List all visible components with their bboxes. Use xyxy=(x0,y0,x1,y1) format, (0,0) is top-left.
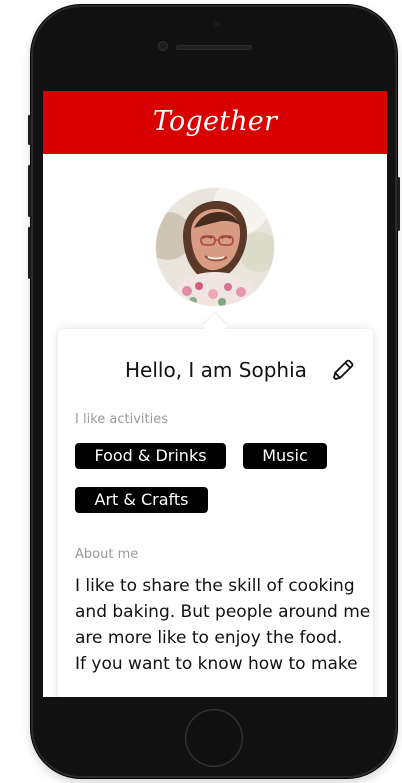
right-side-button xyxy=(397,177,400,231)
about-line-3: are more like to enjoy the food. xyxy=(75,628,343,648)
profile-content: Hello, I am Sophia I like activities Foo… xyxy=(43,154,387,697)
front-camera xyxy=(158,41,168,51)
activity-tag-music[interactable]: Music xyxy=(243,443,327,469)
activity-tags: Food & Drinks Music Art & Crafts xyxy=(75,443,355,517)
avatar xyxy=(156,188,274,306)
about-label: About me xyxy=(75,547,139,562)
greeting-text: Hello, I am Sophia xyxy=(125,358,307,382)
app-title: Together xyxy=(152,106,278,137)
activity-tag-food-drinks[interactable]: Food & Drinks xyxy=(75,443,226,469)
earpiece-speaker xyxy=(176,45,252,50)
edit-profile-button[interactable] xyxy=(328,357,356,385)
app-header: Together xyxy=(43,91,387,154)
front-sensor xyxy=(214,21,220,27)
left-side-button-top xyxy=(28,115,31,145)
about-text: I like to share the skill of cooking and… xyxy=(75,573,371,677)
left-side-button-middle xyxy=(28,165,31,217)
about-line-1: I like to share the skill of cooking xyxy=(75,576,355,596)
profile-card: Hello, I am Sophia I like activities Foo… xyxy=(58,329,373,697)
phone-mockup-page: Together Hello, I am Sophia I like activ… xyxy=(0,0,402,783)
pencil-icon xyxy=(333,359,354,380)
about-line-2: and baking. But people around me xyxy=(75,602,371,622)
profile-photo xyxy=(156,188,274,306)
about-line-4: If you want to know how to make xyxy=(75,654,358,674)
activities-label: I like activities xyxy=(75,412,168,427)
phone-screen: Together Hello, I am Sophia I like activ… xyxy=(43,91,387,697)
left-side-button-bottom xyxy=(28,227,31,279)
activity-tag-art-crafts[interactable]: Art & Crafts xyxy=(75,487,208,513)
home-button[interactable] xyxy=(185,709,243,767)
